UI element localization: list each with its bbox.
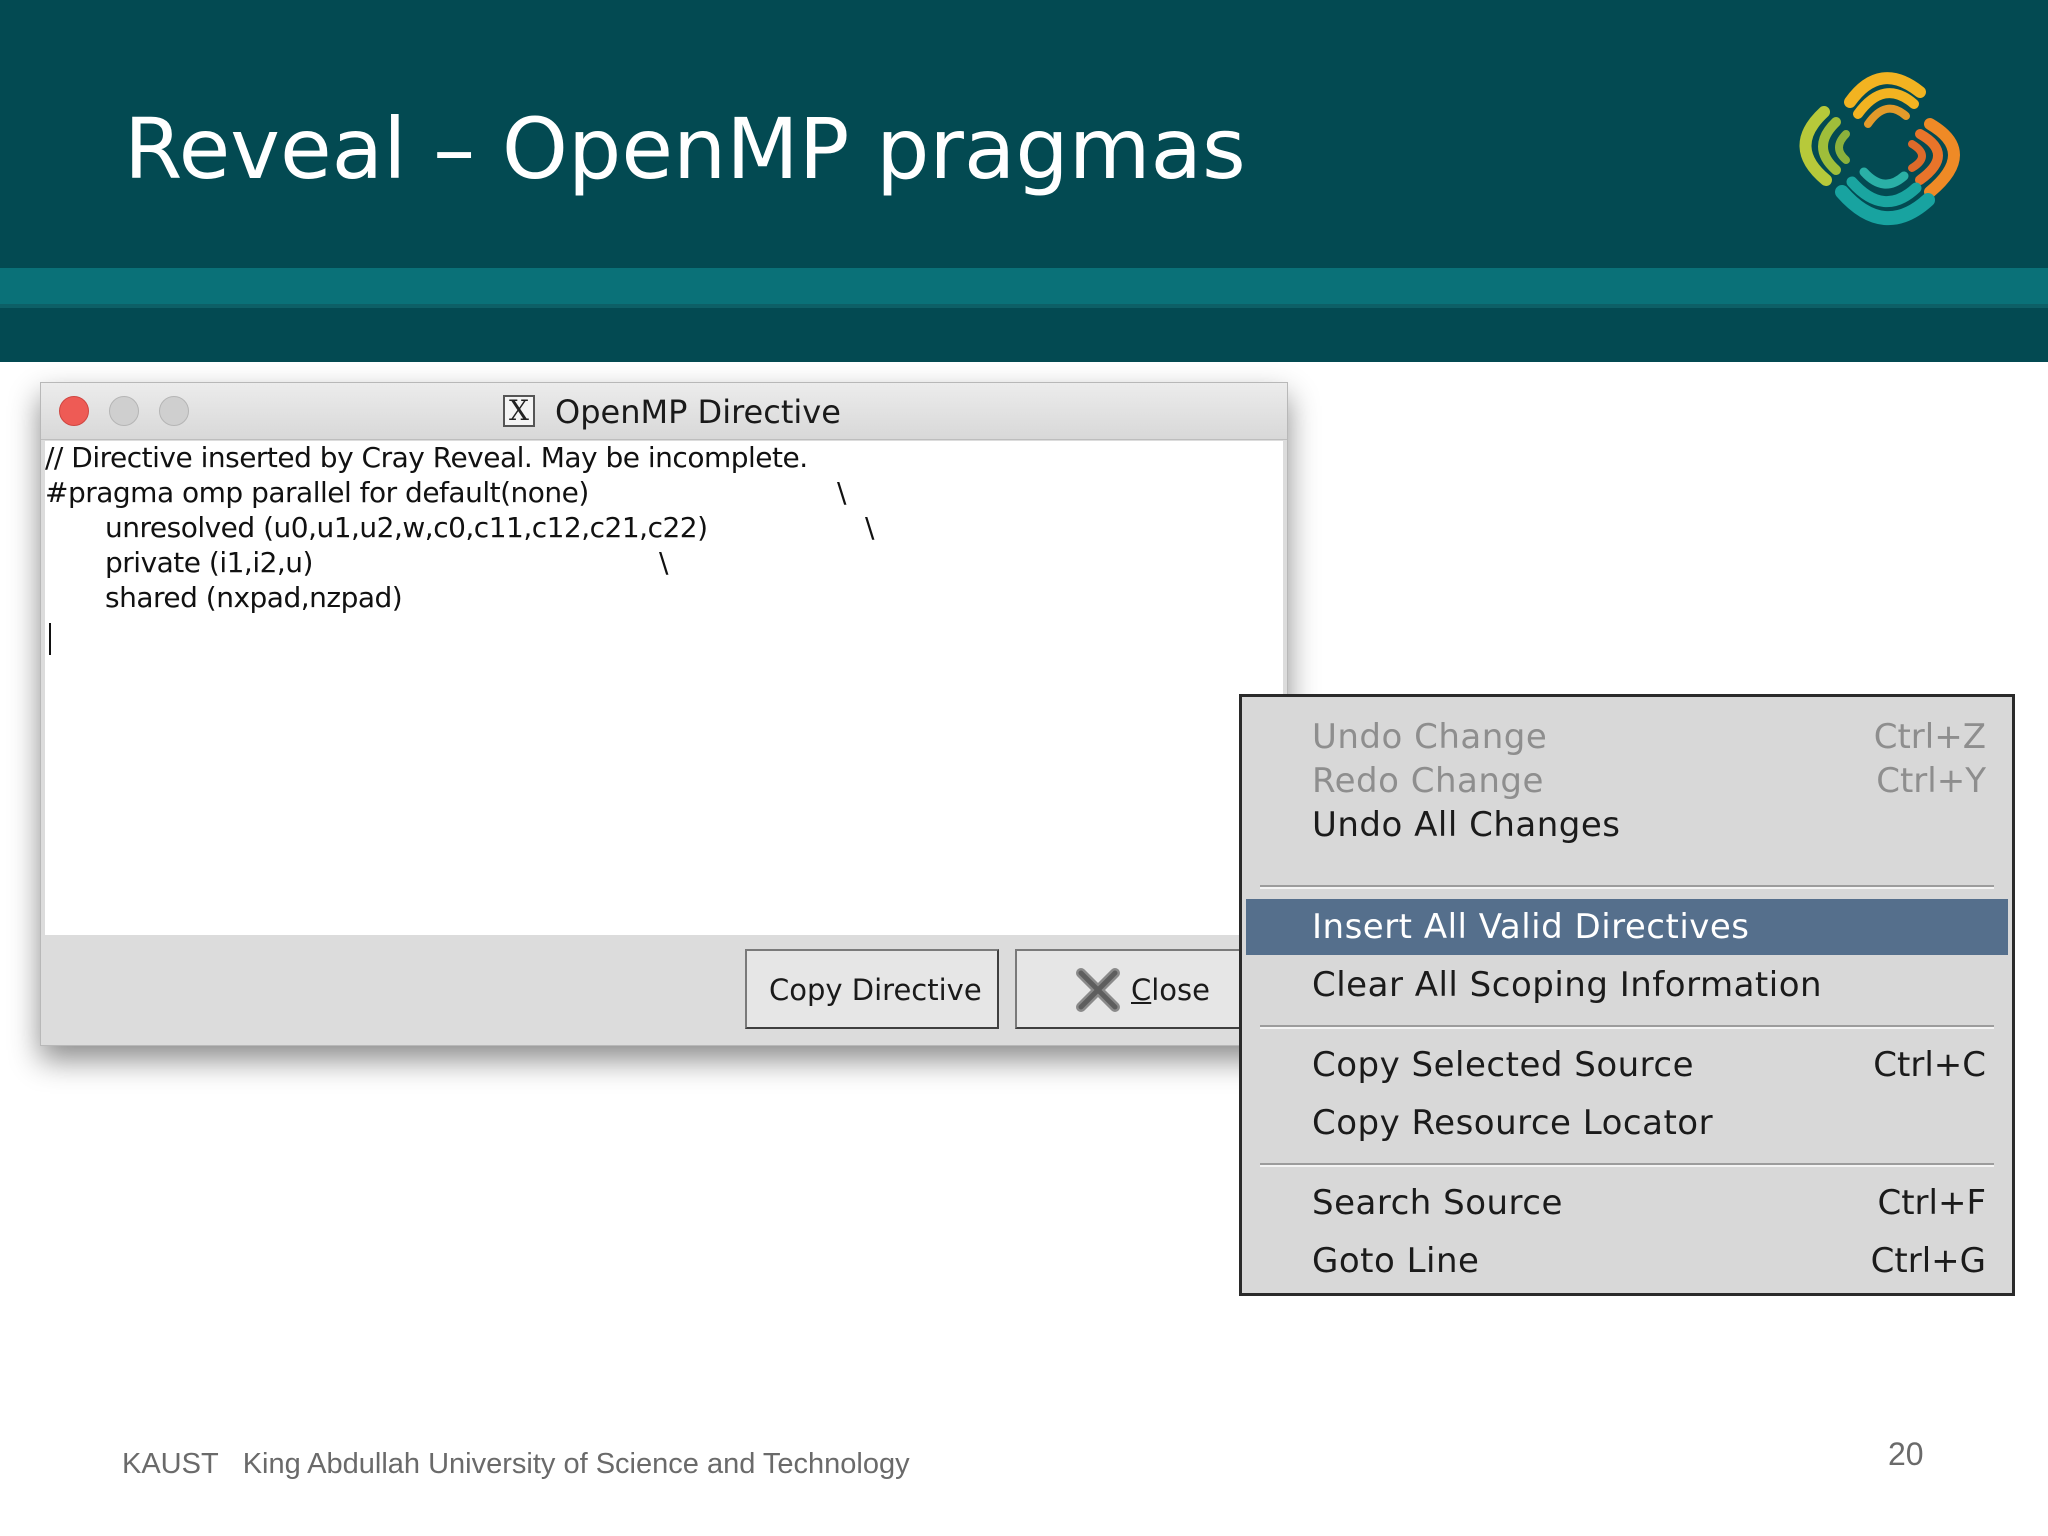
code-line: unresolved (u0,u1,u2,w,c0,c11,c12,c21,c2… bbox=[105, 511, 708, 544]
window-title: OpenMP Directive bbox=[555, 393, 841, 431]
menu-item-clear-all-scoping[interactable]: Clear All Scoping Information bbox=[1242, 957, 2012, 1013]
directive-text-area[interactable]: // Directive inserted by Cray Reveal. Ma… bbox=[45, 441, 1283, 935]
menu-item-shortcut: Ctrl+G bbox=[1870, 1241, 1986, 1281]
line-continuation: \ bbox=[837, 476, 847, 509]
menu-separator bbox=[1260, 1025, 1994, 1029]
close-button[interactable]: Close bbox=[1015, 949, 1275, 1029]
menu-item-label: Insert All Valid Directives bbox=[1312, 907, 1750, 947]
menu-item-goto-line[interactable]: Goto Line Ctrl+G bbox=[1242, 1233, 2012, 1289]
menu-item-shortcut: Ctrl+F bbox=[1877, 1183, 1986, 1223]
menu-item-shortcut: Ctrl+Z bbox=[1873, 717, 1986, 757]
menu-item-label: Redo Change bbox=[1312, 761, 1544, 801]
menu-item-insert-all-valid-directives[interactable]: Insert All Valid Directives bbox=[1246, 899, 2008, 955]
menu-item-copy-resource-locator[interactable]: Copy Resource Locator bbox=[1242, 1095, 2012, 1151]
window-close-icon[interactable] bbox=[59, 396, 89, 426]
code-line: #pragma omp parallel for default(none) bbox=[45, 476, 589, 509]
line-continuation: \ bbox=[865, 511, 875, 544]
menu-item-label: Clear All Scoping Information bbox=[1312, 965, 1823, 1005]
close-icon bbox=[1076, 968, 1120, 1012]
close-label-rest: lose bbox=[1151, 973, 1211, 1007]
menu-separator bbox=[1260, 1163, 1994, 1167]
code-line: private (i1,i2,u) bbox=[105, 546, 313, 579]
openmp-directive-dialog: X OpenMP Directive // Directive inserted… bbox=[40, 382, 1288, 1046]
menu-item-label: Undo All Changes bbox=[1312, 805, 1621, 845]
footer-institution: King Abdullah University of Science and … bbox=[242, 1448, 910, 1480]
x11-icon: X bbox=[503, 395, 535, 427]
menu-item-search-source[interactable]: Search Source Ctrl+F bbox=[1242, 1175, 2012, 1231]
close-mnemonic: C bbox=[1131, 973, 1152, 1007]
menu-item-label: Copy Selected Source bbox=[1312, 1045, 1695, 1085]
header-accent-band bbox=[0, 268, 2048, 304]
menu-item-label: Goto Line bbox=[1312, 1241, 1480, 1281]
menu-item-label: Search Source bbox=[1312, 1183, 1563, 1223]
context-menu: Undo Change Ctrl+Z Redo Change Ctrl+Y Un… bbox=[1239, 694, 2015, 1296]
window-maximize-icon[interactable] bbox=[159, 396, 189, 426]
dialog-titlebar[interactable]: X OpenMP Directive bbox=[41, 383, 1287, 440]
kaust-logo-icon bbox=[1799, 72, 1960, 226]
menu-item-shortcut: Ctrl+Y bbox=[1876, 761, 1986, 801]
slide-title: Reveal – OpenMP pragmas bbox=[124, 100, 1246, 198]
window-minimize-icon[interactable] bbox=[109, 396, 139, 426]
close-label: Close bbox=[1131, 973, 1210, 1007]
menu-item-copy-selected-source[interactable]: Copy Selected Source Ctrl+C bbox=[1242, 1037, 2012, 1093]
code-line: // Directive inserted by Cray Reveal. Ma… bbox=[45, 441, 808, 474]
slide-header: Reveal – OpenMP pragmas bbox=[0, 0, 2048, 362]
page-number: 20 bbox=[1888, 1436, 1924, 1472]
slide-footer: KAUST King Abdullah University of Science… bbox=[122, 1448, 910, 1481]
text-caret bbox=[49, 623, 51, 655]
menu-item-label: Undo Change bbox=[1312, 717, 1548, 757]
footer-org: KAUST bbox=[122, 1448, 219, 1480]
menu-item-undo-all-changes[interactable]: Undo All Changes bbox=[1242, 797, 2012, 853]
menu-separator bbox=[1260, 885, 1994, 889]
code-line: shared (nxpad,nzpad) bbox=[105, 581, 403, 614]
copy-directive-button[interactable]: Copy Directive bbox=[745, 949, 999, 1029]
menu-item-label: Copy Resource Locator bbox=[1312, 1103, 1714, 1143]
copy-directive-label: Copy Directive bbox=[769, 973, 982, 1007]
menu-item-shortcut: Ctrl+C bbox=[1873, 1045, 1986, 1085]
line-continuation: \ bbox=[659, 546, 669, 579]
header-accent-line bbox=[0, 304, 2048, 308]
